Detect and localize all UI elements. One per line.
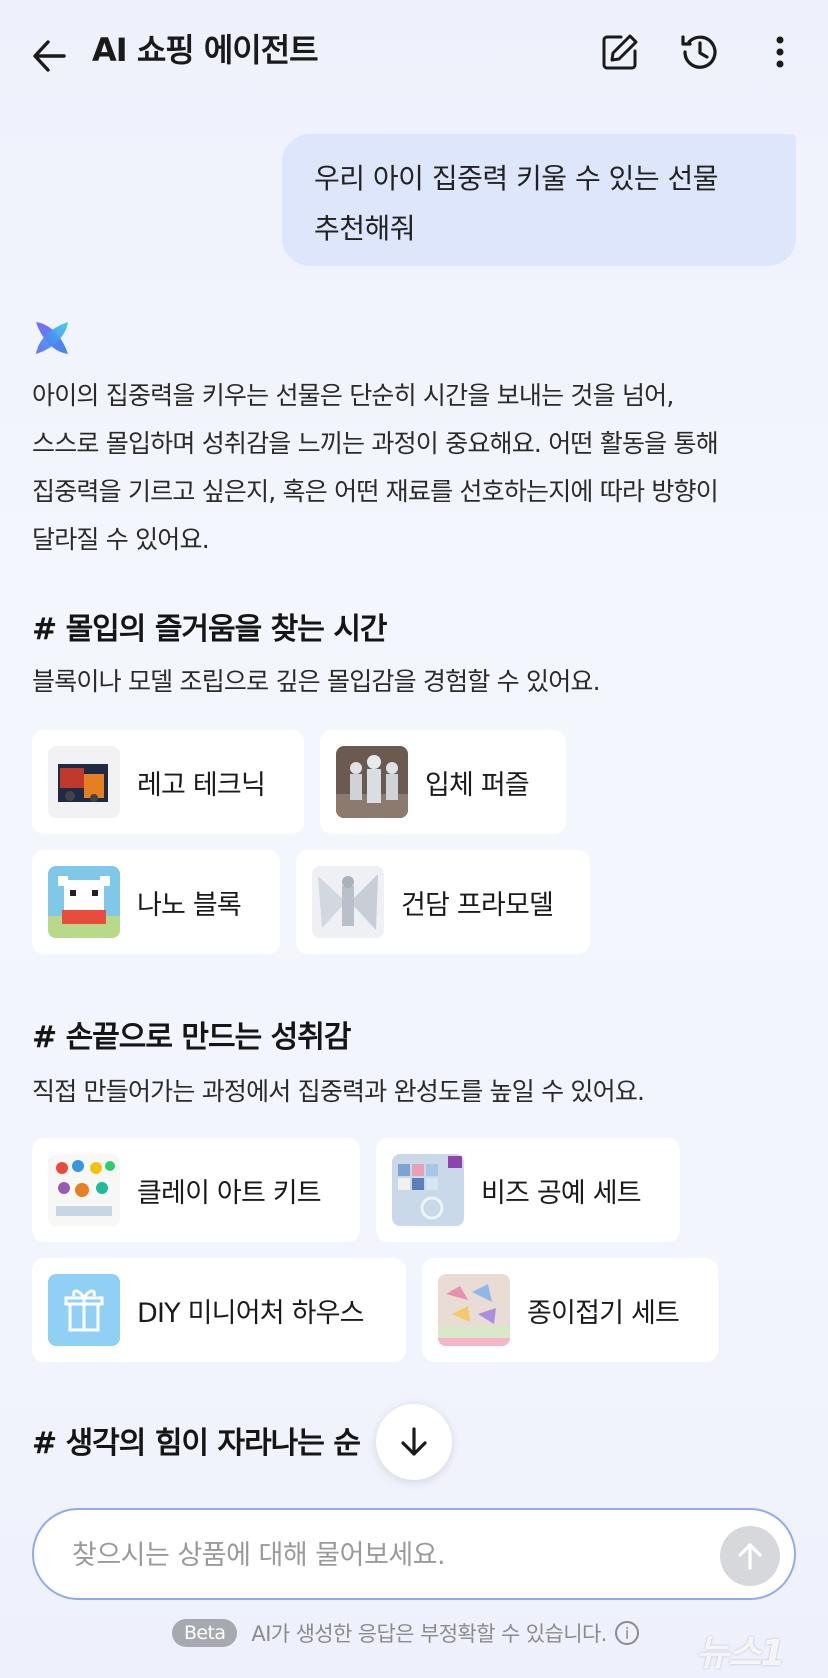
send-button[interactable] [720, 1526, 780, 1586]
edit-icon [602, 34, 638, 70]
user-message-line: 추천해줘 [314, 212, 416, 245]
page-title: AI 쇼핑 에이전트 [92, 31, 319, 69]
intro-line: 달라질 수 있어요. [32, 525, 210, 554]
intro-line: 스스로 몰입하며 성취감을 느끼는 과정이 중요해요. 어떤 활동을 통해 [32, 429, 719, 458]
suggestion-chip-gundam-plamodel[interactable]: 건담 프라모델 [296, 850, 590, 954]
arrow-left-icon [33, 40, 66, 72]
product-thumbnail [48, 1274, 120, 1346]
scroll-down-button[interactable] [376, 1404, 452, 1480]
section-heading: # 몰입의 즐거움을 찾는 시간 [32, 612, 388, 647]
news-watermark: 뉴스1 [696, 1633, 785, 1674]
app-header: AI 쇼핑 에이전트 [0, 0, 828, 104]
user-message-bubble: 우리 아이 집중력 키울 수 있는 선물 추천해줘 [282, 134, 796, 266]
more-vertical-icon [776, 36, 784, 68]
chip-label: 입체 퍼즐 [425, 769, 530, 801]
product-thumbnail [392, 1154, 464, 1226]
new-chat-button[interactable] [592, 24, 648, 80]
arrow-up-icon [738, 1543, 762, 1570]
section-description: 블록이나 모델 조립으로 깊은 몰입감을 경험할 수 있어요. [32, 667, 601, 696]
chip-label: 레고 테크닉 [137, 769, 266, 801]
section-heading: # 손끝으로 만드는 성취감 [32, 1020, 351, 1055]
suggestion-chip-origami-set[interactable]: 종이접기 세트 [422, 1258, 718, 1362]
history-icon [681, 35, 717, 69]
chip-label: DIY 미니어처 하우스 [137, 1297, 365, 1329]
arrow-down-icon [401, 1427, 427, 1456]
product-thumbnail [48, 866, 120, 938]
product-thumbnail [438, 1274, 510, 1346]
product-thumbnail [48, 746, 120, 818]
suggestion-chip-diy-miniature-house[interactable]: DIY 미니어처 하우스 [32, 1258, 406, 1362]
suggestion-chip-clay-art-kit[interactable]: 클레이 아트 키트 [32, 1138, 360, 1242]
ai-logo-icon [36, 322, 68, 354]
product-thumbnail [48, 1154, 120, 1226]
history-button[interactable] [672, 24, 728, 80]
beta-badge: Beta [172, 1619, 238, 1647]
chip-label: 종이접기 세트 [527, 1297, 680, 1329]
ai-disclaimer: Beta AI가 생성한 응답은 부정확할 수 있습니다. i [172, 1616, 639, 1650]
disclaimer-text: AI가 생성한 응답은 부정확할 수 있습니다. [251, 1622, 607, 1646]
chip-label: 나노 블록 [137, 889, 242, 921]
info-icon[interactable]: i [614, 1621, 639, 1645]
suggestion-chip-3d-puzzle[interactable]: 입체 퍼즐 [320, 730, 566, 834]
more-options-button[interactable] [752, 24, 808, 80]
product-thumbnail [312, 866, 384, 938]
suggestion-chip-beads-craft-set[interactable]: 비즈 공예 세트 [376, 1138, 680, 1242]
section-heading: # 생각의 힘이 자라나는 순 [32, 1426, 361, 1461]
intro-line: 집중력을 기르고 싶은지, 혹은 어떤 재료를 선호하는지에 따라 방향이 [32, 477, 719, 506]
chat-composer [32, 1508, 796, 1600]
intro-line: 아이의 집중력을 키우는 선물은 단순히 시간을 보내는 것을 넘어, [32, 381, 674, 410]
chip-label: 건담 프라모델 [401, 889, 554, 921]
back-button[interactable] [22, 28, 78, 84]
section-description: 직접 만들어가는 과정에서 집중력과 완성도를 높일 수 있어요. [32, 1077, 645, 1106]
chip-label: 클레이 아트 키트 [137, 1177, 322, 1209]
user-message-line: 우리 아이 집중력 키울 수 있는 선물 [314, 162, 719, 195]
product-thumbnail [336, 746, 408, 818]
suggestion-chip-lego-technic[interactable]: 레고 테크닉 [32, 730, 304, 834]
suggestion-chip-nano-block[interactable]: 나노 블록 [32, 850, 280, 954]
chat-input[interactable] [70, 1530, 714, 1580]
ai-response-intro: 아이의 집중력을 키우는 선물은 단순히 시간을 보내는 것을 넘어, 스스로 … [32, 372, 802, 564]
chip-label: 비즈 공예 세트 [481, 1177, 642, 1209]
